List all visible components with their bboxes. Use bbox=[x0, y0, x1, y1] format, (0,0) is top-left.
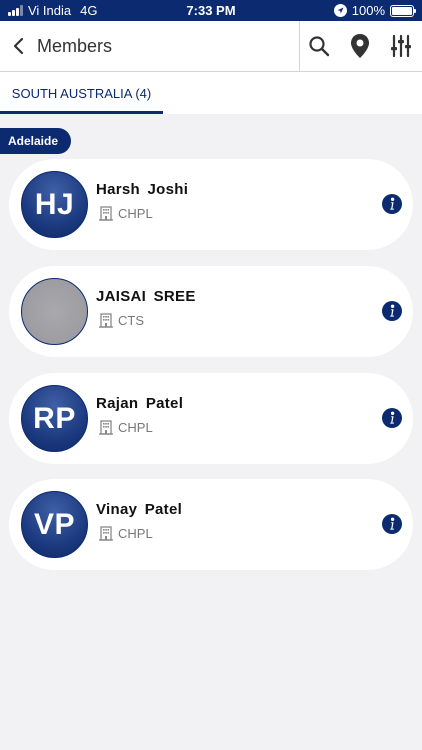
member-name: JAISAI SREE bbox=[96, 288, 196, 305]
chevron-left-icon bbox=[13, 37, 24, 55]
tab-south-australia[interactable]: SOUTH AUSTRALIA (4) bbox=[0, 72, 163, 114]
group-label-adelaide: Adelaide bbox=[0, 128, 72, 154]
member-card[interactable]: JAISAI SREE CTS bbox=[9, 266, 413, 357]
member-card[interactable]: RP Rajan Patel CHPL bbox=[9, 373, 413, 464]
avatar: HJ bbox=[21, 171, 88, 238]
tab-bar: SOUTH AUSTRALIA (4) bbox=[0, 72, 422, 114]
building-icon bbox=[99, 420, 113, 435]
company-label: CHPL bbox=[118, 419, 153, 435]
filter-button[interactable] bbox=[388, 33, 414, 59]
info-button[interactable] bbox=[382, 514, 402, 534]
location-pin-icon bbox=[351, 34, 369, 58]
search-button[interactable] bbox=[306, 33, 332, 59]
member-company: CTS bbox=[98, 312, 144, 328]
back-button[interactable] bbox=[6, 33, 32, 59]
info-icon bbox=[390, 304, 395, 317]
battery-percent: 100% bbox=[351, 3, 385, 18]
filter-sliders-icon bbox=[391, 34, 411, 58]
avatar bbox=[21, 278, 88, 345]
building-icon bbox=[99, 526, 113, 541]
company-label: CTS bbox=[118, 312, 144, 328]
member-company: CHPL bbox=[98, 419, 153, 435]
page-title: Members bbox=[37, 36, 113, 56]
info-button[interactable] bbox=[382, 408, 402, 428]
member-name: Harsh Joshi bbox=[96, 181, 189, 198]
location-button[interactable] bbox=[347, 33, 373, 59]
avatar: RP bbox=[21, 385, 88, 452]
member-card[interactable]: VP Vinay Patel CHPL bbox=[9, 479, 413, 570]
building-icon bbox=[99, 313, 113, 328]
search-icon bbox=[309, 36, 330, 57]
avatar: VP bbox=[21, 491, 88, 558]
member-company: CHPL bbox=[98, 205, 153, 221]
member-name: Vinay Patel bbox=[96, 501, 183, 518]
member-card[interactable]: HJ Harsh Joshi CHPL bbox=[9, 159, 413, 250]
battery-icon bbox=[390, 4, 416, 17]
company-label: CHPL bbox=[118, 205, 153, 221]
member-name: Rajan Patel bbox=[96, 395, 184, 412]
status-bar: Vi India 4G 7:33 PM 100% bbox=[0, 0, 422, 21]
member-company: CHPL bbox=[98, 525, 153, 541]
info-button[interactable] bbox=[382, 194, 402, 214]
info-icon bbox=[390, 197, 395, 210]
info-icon bbox=[390, 517, 395, 530]
status-right: 100% bbox=[333, 3, 416, 18]
app-bar: Members bbox=[0, 21, 422, 72]
company-label: CHPL bbox=[118, 525, 153, 541]
location-arrow-icon bbox=[333, 4, 347, 17]
info-button[interactable] bbox=[382, 301, 402, 321]
app-bar-divider bbox=[299, 21, 300, 72]
building-icon bbox=[99, 206, 113, 221]
tab-indicator bbox=[0, 111, 163, 114]
info-icon bbox=[390, 411, 395, 424]
